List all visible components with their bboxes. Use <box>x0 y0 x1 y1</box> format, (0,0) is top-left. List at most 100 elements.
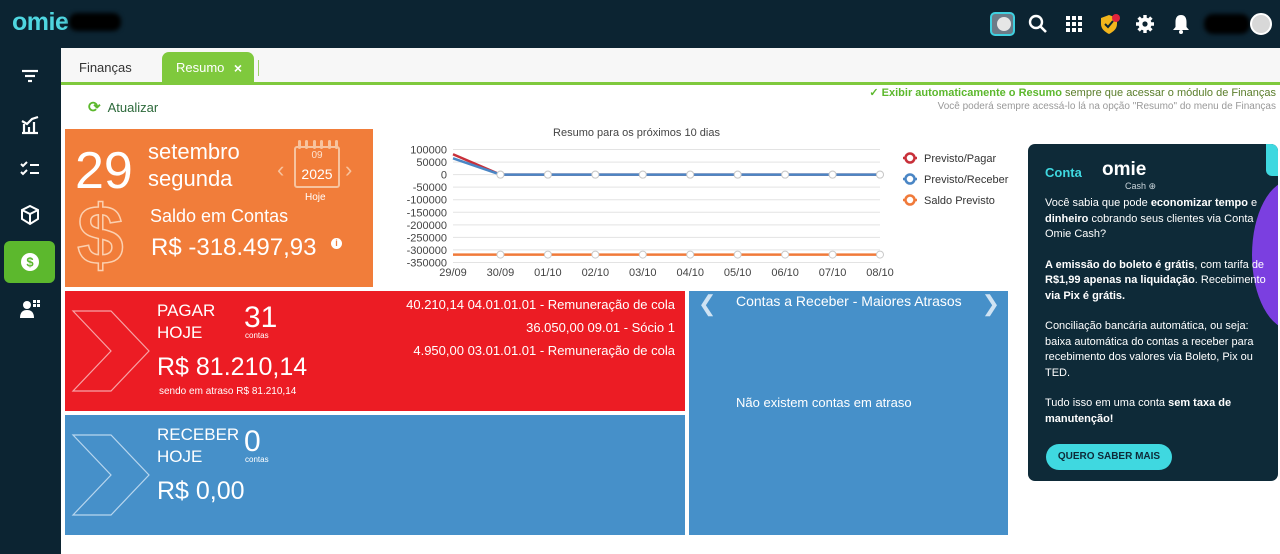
promo-paragraph: Você sabia que pode economizar tempo e d… <box>1045 197 1258 240</box>
x-tick-label: 01/10 <box>534 267 562 279</box>
promo-conta-label: Conta <box>1045 165 1082 180</box>
data-point <box>876 250 884 259</box>
today-label[interactable]: Hoje <box>305 192 326 203</box>
promo-paragraph: Conciliação bancária automática, ou seja… <box>1045 320 1254 379</box>
tab-financas[interactable]: Finanças <box>79 60 132 75</box>
dollar-sign-icon: $ <box>76 187 124 283</box>
y-tick-label: -100000 <box>407 195 447 207</box>
x-tick-label: 04/10 <box>676 267 704 279</box>
pay-today-label: PAGAR HOJE <box>157 300 215 344</box>
legend-marker <box>904 152 916 164</box>
sidebar-item-products[interactable] <box>4 194 55 236</box>
data-point <box>591 170 600 179</box>
refresh-button[interactable]: ⟳ Atualizar <box>88 98 158 116</box>
sidebar-item-filter[interactable] <box>4 55 55 97</box>
pay-item[interactable]: 36.050,00 09.01 - Sócio 1 <box>406 316 675 339</box>
company-name-redacted <box>69 13 121 31</box>
pay-total: R$ 81.210,14 <box>157 353 308 381</box>
overdue-title: Contas a Receber - Maiores Atrasos <box>736 293 962 309</box>
receive-today-label-line1: RECEBER <box>157 425 240 444</box>
close-icon[interactable]: × <box>234 60 242 76</box>
avatar[interactable] <box>1250 13 1272 35</box>
shield-badge-icon[interactable] <box>1098 12 1122 36</box>
search-icon[interactable] <box>1026 12 1050 36</box>
legend-marker <box>904 194 916 206</box>
y-tick-label: -300000 <box>407 245 447 257</box>
receive-today-tile[interactable]: RECEBER HOJE 0 contas R$ 0,00 <box>65 415 685 535</box>
data-point <box>543 250 552 259</box>
legend-label: Previsto/Receber <box>924 174 1009 186</box>
pay-late-amount: sendo em atraso R$ 81.210,14 <box>159 386 297 397</box>
check-icon: ✓ <box>869 87 882 99</box>
receive-today-label-line2: HOJE <box>157 447 203 466</box>
info-icon[interactable]: i <box>331 238 342 249</box>
x-tick-label: 06/10 <box>771 267 799 279</box>
x-tick-label: 29/09 <box>439 267 467 279</box>
sidebar-item-finance[interactable]: $ <box>4 241 55 283</box>
auto-show-option[interactable]: ✓ Exibir automaticamente o Resumo sempre… <box>869 86 1276 99</box>
date-picker[interactable]: ‹ 09 2025 › Hoje <box>277 139 357 209</box>
tab-resumo[interactable]: Resumo × <box>162 52 254 85</box>
x-tick-label: 02/10 <box>582 267 610 279</box>
apps-grid-icon[interactable] <box>1062 12 1086 36</box>
chevron-left-icon[interactable]: ❮ <box>698 291 716 317</box>
series-line <box>452 153 880 176</box>
previous-date-icon[interactable]: ‹ <box>277 157 284 183</box>
auto-show-hint: Você poderá sempre acessá-lo lá na opção… <box>937 101 1276 112</box>
toggle-icon[interactable] <box>990 12 1015 36</box>
y-tick-label: -200000 <box>407 220 447 232</box>
calendar-icon: 09 2025 <box>294 146 340 188</box>
legend-label: Previsto/Pagar <box>924 153 996 165</box>
omie-logo[interactable]: omie <box>12 8 69 37</box>
overdue-empty-message: Não existem contas em atraso <box>736 395 912 410</box>
balance-label: Saldo em Contas <box>150 206 289 226</box>
forecast-chart-svg: Resumo para os próximos 10 dias 100000500… <box>407 127 1009 279</box>
y-tick-label: 50000 <box>416 157 447 169</box>
pay-today-tile[interactable]: PAGAR HOJE 31 contas R$ 81.210,14 sendo … <box>65 291 685 411</box>
sidebar: $ <box>0 48 61 554</box>
data-point <box>828 250 837 259</box>
chevron-right-icon[interactable]: ❯ <box>982 291 1000 317</box>
balance-value: R$ -318.497,93 <box>151 234 317 261</box>
chevron-right-icon <box>71 434 150 516</box>
x-tick-label: 07/10 <box>819 267 847 279</box>
y-tick-label: -150000 <box>407 207 447 219</box>
people-add-icon <box>19 300 40 318</box>
x-tick-label: 08/10 <box>866 267 894 279</box>
y-tick-label: 0 <box>441 170 447 182</box>
legend-label: Saldo Previsto <box>924 195 995 207</box>
learn-more-button[interactable]: QUERO SABER MAIS <box>1046 444 1172 470</box>
calendar-year: 2025 <box>301 166 333 182</box>
promo-cash-label: Cash ⊕ <box>1125 181 1157 191</box>
data-point <box>496 170 505 179</box>
forecast-chart: Resumo para os próximos 10 dias 100000 500… <box>376 125 1012 285</box>
gear-icon[interactable] <box>1133 12 1157 36</box>
date-balance-tile: 29 setembro segunda ‹ 09 2025 › Hoje $ S… <box>65 129 373 287</box>
data-point <box>591 250 600 259</box>
pay-item[interactable]: 40.210,14 04.01.01.01 - Remuneração de c… <box>406 293 675 316</box>
filter-icon <box>21 69 38 83</box>
top-bar: omie <box>0 0 1280 48</box>
bell-icon[interactable] <box>1169 12 1193 36</box>
receive-count-unit: contas <box>245 455 269 464</box>
y-tick-label: -250000 <box>407 232 447 244</box>
pay-item[interactable]: 4.950,00 03.01.01.01 - Remuneração de co… <box>406 339 675 362</box>
svg-text:$: $ <box>26 255 34 270</box>
x-tick-label: 30/09 <box>487 267 515 279</box>
promo-omie-logo: omie <box>1102 159 1147 180</box>
data-point <box>733 250 742 259</box>
current-weekday: segunda <box>148 166 233 191</box>
user-name-redacted <box>1204 14 1250 34</box>
data-point <box>828 170 837 179</box>
sidebar-item-tasks[interactable] <box>4 148 55 190</box>
tab-divider <box>258 60 259 76</box>
sidebar-item-reports[interactable] <box>4 103 55 145</box>
tab-bar: Finanças Resumo × <box>61 48 1280 85</box>
promo-body: Você sabia que pode economizar tempo e d… <box>1045 196 1267 442</box>
refresh-label: Atualizar <box>107 99 159 115</box>
data-point <box>638 250 647 259</box>
series-line <box>452 157 880 176</box>
next-date-icon[interactable]: › <box>345 157 352 183</box>
sidebar-item-contacts[interactable] <box>4 288 55 330</box>
receive-today-label: RECEBER HOJE <box>157 424 239 468</box>
